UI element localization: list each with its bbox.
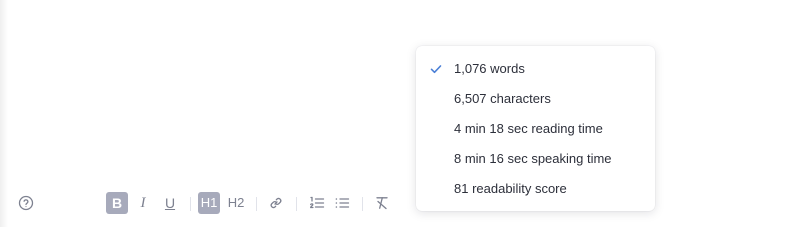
toolbar-separator	[256, 197, 257, 211]
checkmark-icon	[429, 62, 443, 76]
bullet-list-button[interactable]	[331, 192, 353, 214]
menu-item-label: 6,507 characters	[454, 91, 551, 106]
toolbar-separator	[362, 197, 363, 211]
clear-format-icon	[374, 195, 390, 211]
heading2-icon: H2	[227, 195, 245, 210]
bold-icon: B	[111, 195, 123, 211]
heading1-button[interactable]: H1	[198, 192, 220, 214]
formatting-toolbar: B I U H1 H2	[0, 188, 792, 220]
ordered-list-icon	[309, 196, 325, 210]
heading2-button[interactable]: H2	[225, 192, 247, 214]
toolbar-separator	[296, 197, 297, 211]
italic-icon: I	[140, 195, 146, 211]
menu-item-speaking-time[interactable]: 8 min 16 sec speaking time	[416, 144, 655, 174]
menu-item-label: 1,076 words	[454, 61, 525, 76]
menu-item-words[interactable]: 1,076 words	[416, 54, 655, 84]
italic-button[interactable]: I	[132, 192, 154, 214]
menu-item-label: 81 readability score	[454, 181, 567, 196]
menu-item-reading-time[interactable]: 4 min 18 sec reading time	[416, 114, 655, 144]
document-stats-menu: 1,076 words 6,507 characters 4 min 18 se…	[416, 46, 655, 211]
underline-icon: U	[164, 195, 176, 211]
menu-item-readability-score[interactable]: 81 readability score	[416, 174, 655, 204]
menu-item-label: 4 min 18 sec reading time	[454, 121, 603, 136]
link-icon	[269, 196, 283, 210]
bold-button[interactable]: B	[106, 192, 128, 214]
menu-item-label: 8 min 16 sec speaking time	[454, 151, 612, 166]
bullet-list-icon	[334, 196, 350, 210]
help-button[interactable]	[15, 192, 37, 214]
toolbar-separator	[190, 197, 191, 211]
heading1-icon: H1	[200, 195, 218, 210]
clear-format-button[interactable]	[371, 192, 393, 214]
menu-item-characters[interactable]: 6,507 characters	[416, 84, 655, 114]
underline-button[interactable]: U	[159, 192, 181, 214]
help-circle-icon	[18, 195, 34, 211]
link-button[interactable]	[265, 192, 287, 214]
ordered-list-button[interactable]	[306, 192, 328, 214]
